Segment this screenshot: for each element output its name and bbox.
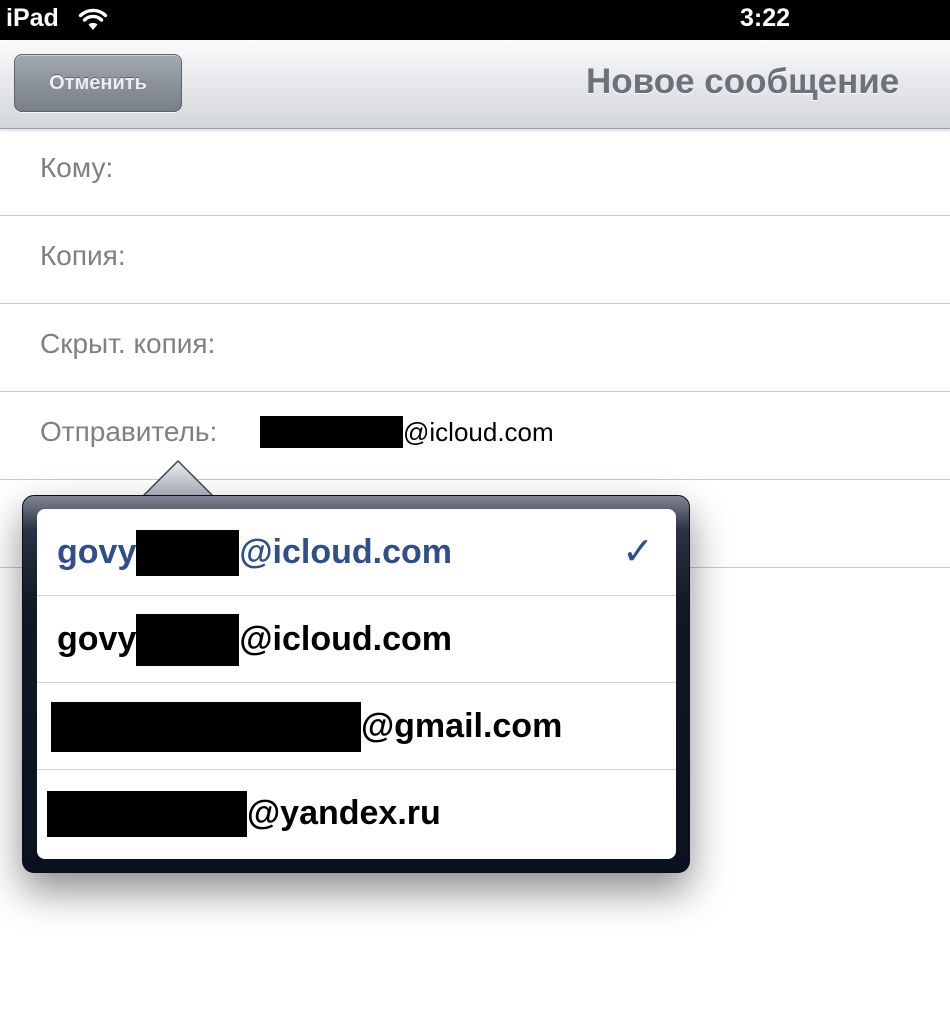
- page-title: Новое сообщение: [586, 62, 900, 101]
- account-item-2[interactable]: govy @icloud.com: [37, 596, 676, 683]
- to-label: Кому:: [40, 152, 114, 183]
- account-list: govy @icloud.com ✓ govy @icloud.com @gma…: [37, 509, 676, 859]
- account-item-3[interactable]: @gmail.com: [37, 683, 676, 770]
- from-label: Отправитель:: [40, 416, 218, 447]
- checkmark-icon: ✓: [622, 531, 654, 573]
- status-bar: iPad 3:22: [0, 0, 950, 40]
- cc-label: Копия:: [40, 240, 126, 271]
- account-prefix: govy: [57, 533, 137, 571]
- carrier-label: iPad: [6, 4, 59, 32]
- account-domain: @icloud.com: [239, 533, 452, 571]
- bcc-field[interactable]: Скрыт. копия:: [0, 304, 950, 392]
- popover-arrow: [140, 459, 216, 498]
- navigation-bar: Отменить Новое сообщение: [0, 40, 950, 129]
- from-domain: @icloud.com: [403, 416, 554, 447]
- redaction-bar: [51, 701, 361, 752]
- account-domain: @icloud.com: [239, 620, 452, 658]
- account-address: @gmail.com: [51, 683, 562, 770]
- redaction-bar: [260, 416, 403, 448]
- account-domain: @gmail.com: [361, 707, 563, 745]
- from-value: @icloud.com: [260, 416, 554, 448]
- account-address: govy @icloud.com: [57, 509, 452, 596]
- account-item-4[interactable]: @yandex.ru: [37, 770, 676, 857]
- status-clock: 3:22: [740, 4, 791, 32]
- cancel-button[interactable]: Отменить: [14, 54, 182, 112]
- account-domain: @yandex.ru: [247, 794, 441, 832]
- redaction-bar: [136, 613, 240, 666]
- account-address: govy @icloud.com: [57, 596, 452, 683]
- bcc-label: Скрыт. копия:: [40, 328, 216, 359]
- to-field[interactable]: Кому:: [0, 128, 950, 216]
- account-prefix: govy: [57, 620, 137, 658]
- redaction-bar: [47, 790, 247, 837]
- account-address: @yandex.ru: [47, 770, 441, 857]
- redaction-bar: [136, 529, 240, 576]
- cc-field[interactable]: Копия:: [0, 216, 950, 304]
- account-item-1[interactable]: govy @icloud.com ✓: [37, 509, 676, 596]
- wifi-icon: [78, 8, 108, 30]
